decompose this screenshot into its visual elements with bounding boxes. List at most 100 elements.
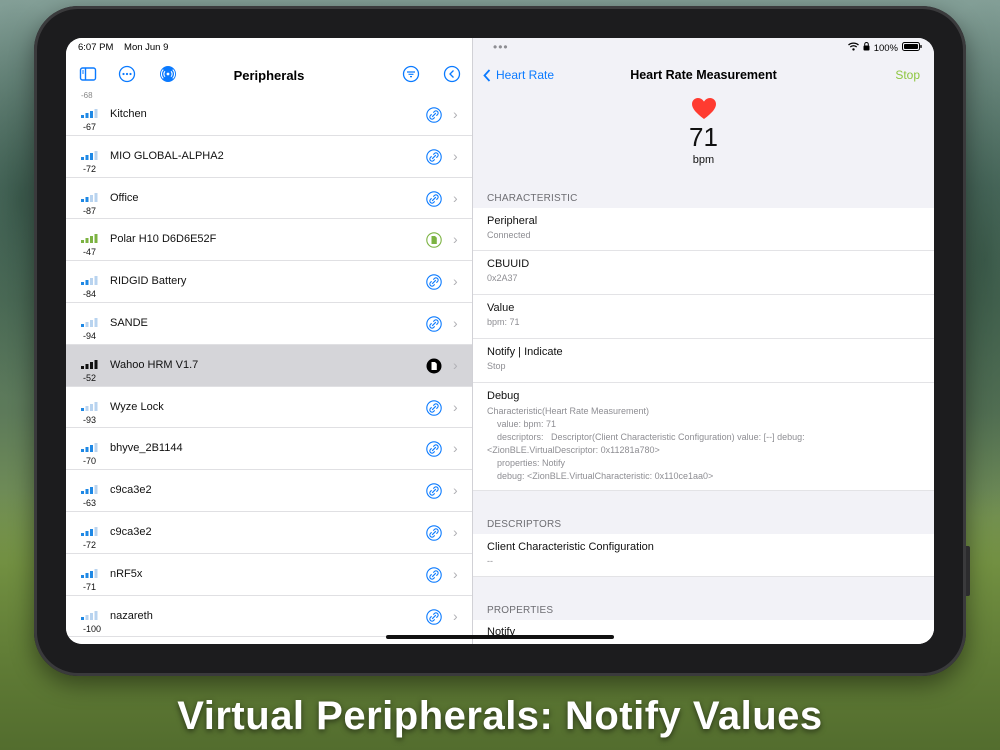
peripheral-row[interactable]: -93 Wyze Lock › [66,387,472,429]
link-icon[interactable] [426,399,442,416]
debug-cell: Debug Characteristic(Heart Rate Measurem… [473,383,934,491]
link-icon[interactable] [426,608,442,625]
link-icon[interactable] [426,316,442,332]
document-icon[interactable] [426,232,442,249]
peripheral-name: RIDGID Battery [110,275,187,288]
rssi-value: -52 [83,372,97,383]
document-icon[interactable] [426,358,442,374]
status-bar-right: 100% [847,42,922,54]
peripheral-name: c9ca3e2 [110,484,152,497]
home-indicator[interactable] [386,635,614,639]
peripheral-row[interactable]: -72 c9ca3e2 › [66,512,472,554]
chevron-right-icon: › [453,147,458,164]
heart-icon [691,98,716,120]
peripheral-row[interactable]: -63 c9ca3e2 › [66,470,472,512]
link-icon[interactable] [426,149,442,165]
peripheral-name: Kitchen [110,108,147,120]
link-icon[interactable] [426,525,442,541]
peripheral-row[interactable]: -87 Office › [66,178,472,220]
peripheral-row[interactable]: -47 Polar H10 D6D6E52F › [66,219,472,262]
notify-value: Stop [487,361,506,371]
rssi-value: -100 [83,623,102,634]
cbuuid-label: CBUUID [487,258,530,270]
rssi-value: -84 [83,289,97,300]
peripherals-nav-bar: Peripherals [66,62,472,92]
signal-strength-icon [81,234,98,244]
link-icon[interactable] [426,190,442,207]
properties-group: Notify [473,620,934,644]
signal-strength-icon [81,443,98,453]
multitask-dots-icon[interactable]: ••• [493,40,509,54]
signal-strength-icon [81,192,98,202]
peripheral-row[interactable]: -94 SANDE › [66,303,472,345]
chevron-right-icon: › [453,189,458,206]
value-cell: Value bpm: 71 [473,295,934,339]
promo-caption: Virtual Peripherals: Notify Values [177,694,823,738]
characteristic-section-header: CHARACTERISTIC [487,193,578,204]
peripheral-name: nazareth [110,609,153,622]
link-icon[interactable] [426,567,442,583]
cbuuid-value: 0x2A37 [487,273,518,283]
link-icon[interactable] [426,441,442,458]
rssi-value: -70 [83,456,97,467]
status-date: Mon Jun 9 [124,42,169,53]
chevron-right-icon: › [453,398,458,415]
signal-strength-icon [81,568,98,578]
ipad-screen: 6:07 PM Mon Jun 9 Peripherals -68 -67 Kit… [66,38,934,644]
stop-button[interactable]: Stop [895,68,920,82]
property-cell: Notify [473,620,934,644]
peripheral-name: Office [110,191,139,204]
peripheral-row[interactable]: -70 bhyve_2B1144 › [66,428,472,471]
rssi-value: -47 [83,247,97,258]
link-icon[interactable] [426,107,442,123]
cbuuid-cell: CBUUID 0x2A37 [473,251,934,295]
characteristic-group: Peripheral Connected CBUUID 0x2A37 Value… [473,208,934,491]
peripheral-name: Wahoo HRM V1.7 [110,358,199,371]
peripherals-pane: 6:07 PM Mon Jun 9 Peripherals -68 -67 Kit… [66,38,473,644]
signal-strength-icon [81,610,98,620]
peripheral-name: MIO GLOBAL-ALPHA2 [110,149,224,162]
value-value: bpm: 71 [487,317,520,327]
filter-icon[interactable] [402,65,420,83]
battery-percent: 100% [873,42,898,54]
debug-value: Characteristic(Heart Rate Measurement) v… [487,406,805,481]
peripheral-cell: Peripheral Connected [473,208,934,251]
notify-cell[interactable]: Notify | Indicate Stop [473,339,934,383]
peripheral-row[interactable]: -67 Kitchen › [66,94,472,136]
peripheral-name: bhyve_2B1144 [110,442,183,455]
link-icon[interactable] [426,274,442,290]
properties-section-header: PROPERTIES [487,605,554,616]
peripheral-label: Peripheral [487,215,538,227]
peripheral-row[interactable]: -52 Wahoo HRM V1.7 › [66,344,472,387]
signal-strength-icon [81,359,98,369]
detail-nav-bar: Heart Rate Heart Rate Measurement Stop [473,62,934,92]
descriptor-label: Client Characteristic Configuration [487,541,654,553]
peripheral-value: Connected [487,230,531,240]
chevron-right-icon: › [453,356,458,373]
peripheral-row[interactable]: -71 nRF5x › [66,554,472,596]
chevron-right-icon: › [453,231,458,248]
peripheral-row[interactable]: -72 MIO GLOBAL-ALPHA2 › [66,136,472,178]
descriptors-group: Client Characteristic Configuration -- [473,534,934,577]
peripheral-row[interactable]: -100 nazareth › [66,596,472,638]
side-button [966,546,970,596]
descriptors-section-header: DESCRIPTORS [487,519,562,530]
status-time: 6:07 PM [78,42,114,53]
peripheral-name: Wyze Lock [110,400,164,413]
heart-rate-unit: bpm [692,154,715,166]
rssi-value: -87 [83,205,97,216]
descriptor-cell[interactable]: Client Characteristic Configuration -- [473,534,934,577]
chevron-right-icon: › [453,482,458,499]
collapse-icon[interactable] [443,65,461,83]
chevron-right-icon: › [453,565,458,582]
chevron-right-icon: › [453,607,458,624]
notify-label: Notify | Indicate [487,346,563,358]
signal-strength-icon [81,526,98,536]
chevron-right-icon: › [453,314,458,331]
chevron-right-icon: › [453,273,458,290]
lock-rotation-icon [863,42,870,54]
rssi-value: -72 [83,539,97,550]
rssi-value: -67 [83,122,97,132]
link-icon[interactable] [426,483,442,499]
peripheral-row[interactable]: -84 RIDGID Battery › [66,261,472,303]
